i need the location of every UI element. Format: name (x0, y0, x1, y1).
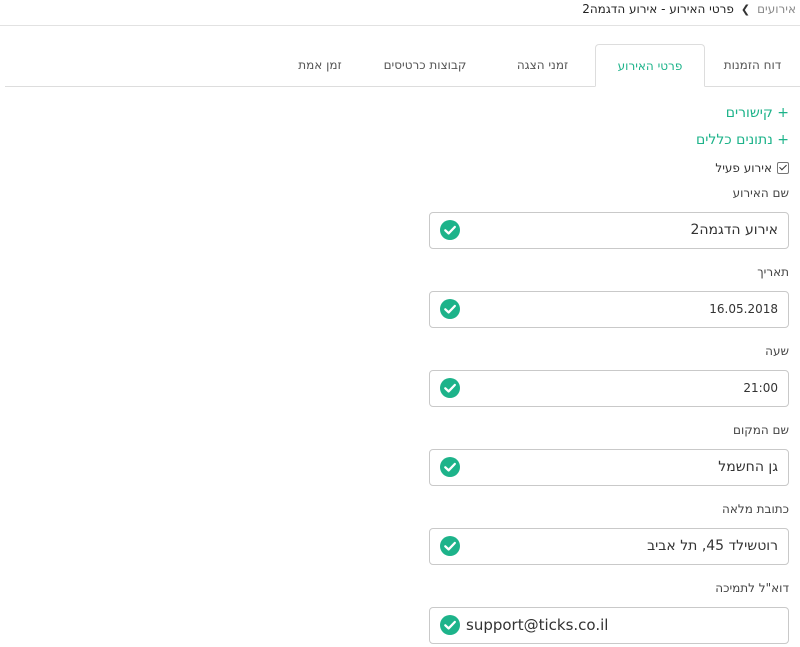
breadcrumb: אירועים ❯ פרטי האירוע - אירוע הדגמה2 (0, 0, 800, 26)
time-label: שעה (765, 344, 789, 358)
address-label: כתובת מלאה (722, 502, 789, 516)
venue-value: גן החשמל (718, 459, 778, 475)
support-email-field[interactable]: support@ticks.co.il (429, 607, 789, 644)
check-circle-icon (440, 536, 460, 556)
breadcrumb-events-link[interactable]: אירועים (757, 2, 796, 16)
active-event-label: אירוע פעיל (715, 161, 772, 175)
address-field[interactable]: רוטשילד 45, תל אביב (429, 528, 789, 565)
general-section-toggle[interactable]: + נתונים כללים (696, 132, 789, 148)
check-circle-icon (440, 378, 460, 398)
event-name-field[interactable]: אירוע הדגמה2 (429, 212, 789, 249)
active-event-checkbox[interactable] (777, 162, 789, 174)
tab-event-details[interactable]: פרטי האירוע (595, 44, 705, 87)
breadcrumb-section: פרטי האירוע (669, 2, 734, 16)
active-event-checkbox-row: אירוע פעיל (715, 159, 789, 177)
event-name-value: אירוע הדגמה2 (690, 222, 778, 238)
event-details-page: אירועים ❯ פרטי האירוע - אירוע הדגמה2 דוח ה… (0, 0, 800, 647)
breadcrumb-current: פרטי האירוע - אירוע הדגמה2 (582, 2, 734, 16)
tab-orders-report[interactable]: דוח הזמנות (705, 44, 800, 86)
links-section-toggle[interactable]: + קישורים (726, 105, 789, 121)
support-email-value: support@ticks.co.il (466, 616, 609, 634)
tab-show-times[interactable]: זמני הצגה (490, 44, 595, 86)
check-circle-icon (440, 220, 460, 240)
address-value: רוטשילד 45, תל אביב (647, 538, 778, 554)
time-field[interactable]: 21:00 (429, 370, 789, 407)
venue-field[interactable]: גן החשמל (429, 449, 789, 486)
support-email-label: דוא"ל לתמיכה (715, 581, 789, 595)
check-circle-icon (440, 615, 460, 635)
time-value: 21:00 (743, 381, 778, 395)
event-name-label: שם האירוע (732, 186, 789, 200)
date-label: תאריך (757, 265, 789, 279)
breadcrumb-event-name: אירוע הדגמה2 (582, 2, 658, 16)
breadcrumb-dash: - (657, 2, 670, 16)
breadcrumb-separator-icon: ❯ (740, 3, 751, 16)
check-circle-icon (440, 457, 460, 477)
date-value: 16.05.2018 (709, 302, 778, 316)
event-tabs: דוח הזמנות פרטי האירוע זמני הצגה קבוצות … (5, 44, 800, 87)
tab-ticket-groups[interactable]: קבוצות כרטיסים (360, 44, 490, 86)
date-field[interactable]: 16.05.2018 (429, 291, 789, 328)
check-circle-icon (440, 299, 460, 319)
tab-real-time[interactable]: זמן אמת (280, 44, 360, 86)
venue-label: שם המקום (732, 423, 789, 437)
